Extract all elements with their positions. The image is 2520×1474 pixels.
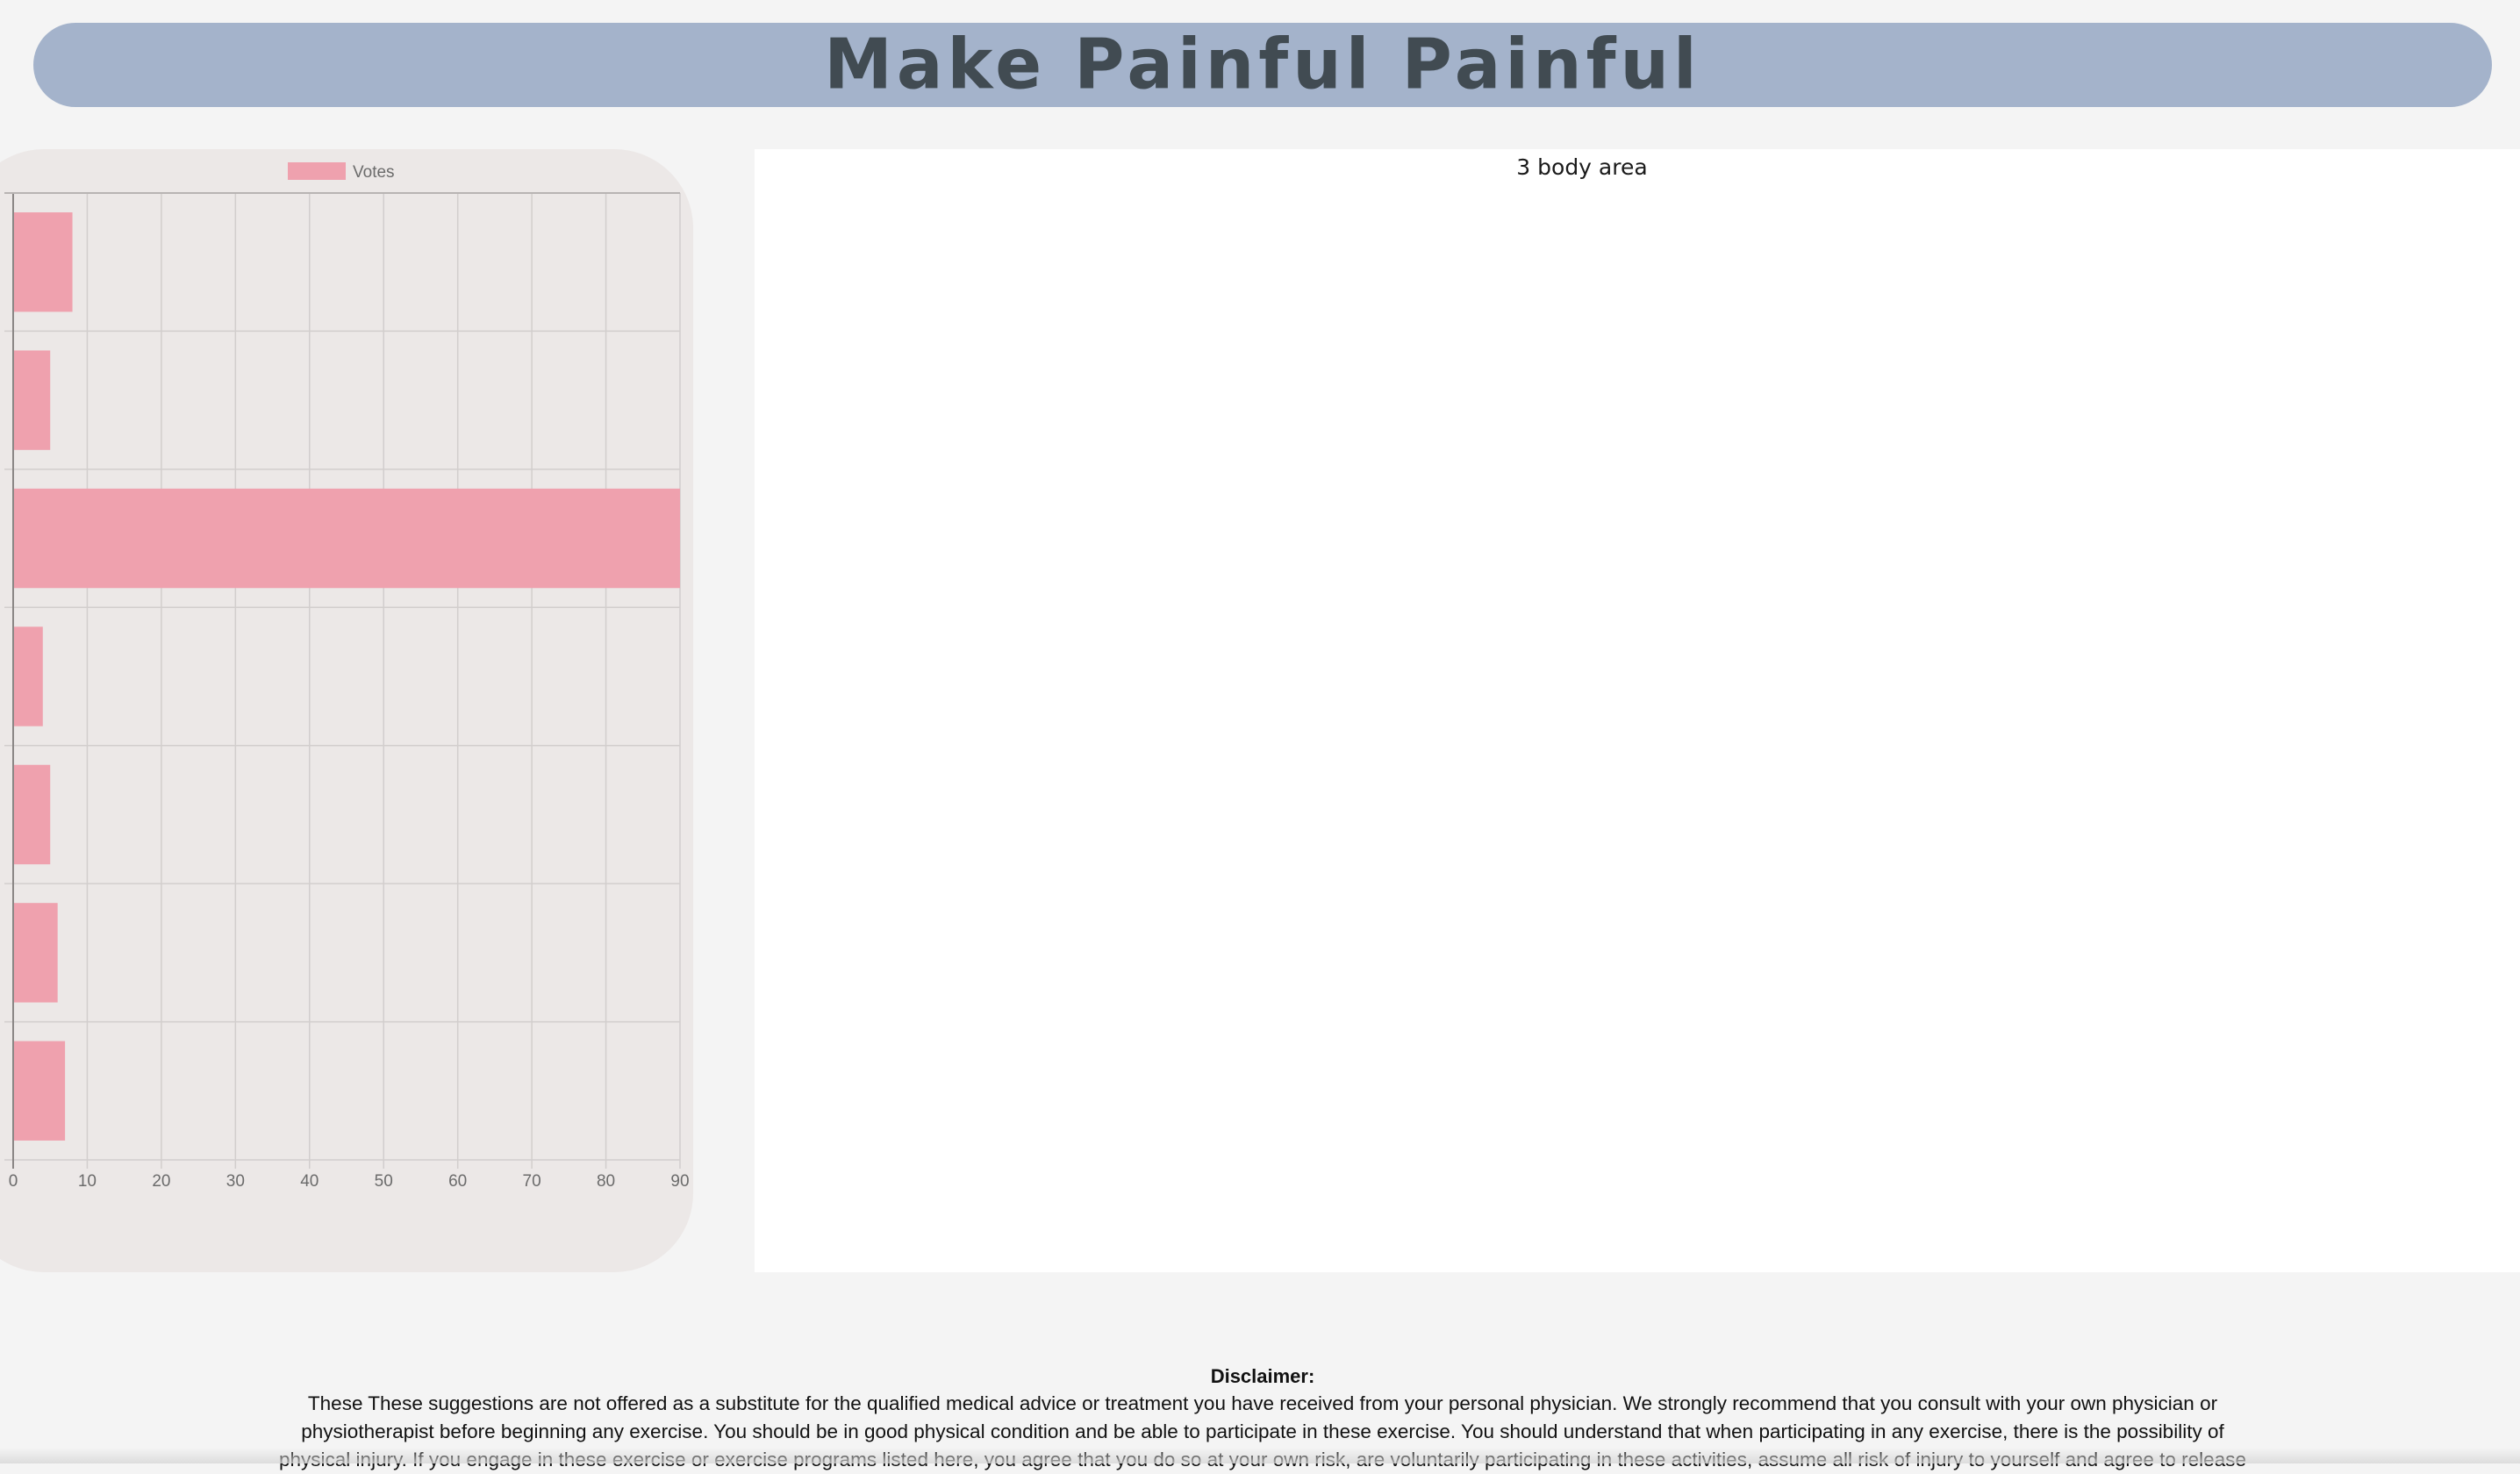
body-area-label: 3 body area: [1516, 154, 1648, 180]
chart-legend: Votes: [288, 162, 395, 182]
bar-3[interactable]: [13, 626, 43, 726]
bar-5[interactable]: [13, 903, 58, 1003]
x-tick-label-50: 50: [375, 1172, 393, 1191]
bar-0[interactable]: [13, 212, 73, 312]
body-area-panel[interactable]: 3 body area: [755, 149, 2520, 1272]
header-banner: Make Painful Painful: [33, 23, 2492, 107]
x-tick-label-20: 20: [152, 1172, 170, 1191]
legend-swatch[interactable]: [288, 162, 346, 180]
x-tick-label-70: 70: [523, 1172, 541, 1191]
votes-chart-panel: 0 10 20 30 40 50 60 70 80 90 Votes: [0, 149, 693, 1272]
bar-2[interactable]: [13, 488, 680, 589]
page-title: Make Painful Painful: [824, 25, 1701, 105]
votes-bar-chart: 0 10 20 30 40 50 60 70 80 90 Votes: [4, 162, 690, 1191]
x-tick-label-30: 30: [226, 1172, 245, 1191]
chart-gridlines: [4, 192, 681, 1169]
chart-bars: [13, 212, 680, 1141]
footer-shadow: [0, 1448, 2520, 1463]
x-tick-label-40: 40: [300, 1172, 319, 1191]
legend-label[interactable]: Votes: [353, 163, 395, 182]
x-tick-label-0: 0: [9, 1172, 18, 1191]
bar-6[interactable]: [13, 1041, 66, 1141]
x-tick-label-80: 80: [597, 1172, 615, 1191]
x-tick-label-90: 90: [670, 1172, 689, 1191]
chart-tick-labels: 0 10 20 30 40 50 60 70 80 90: [9, 1172, 690, 1191]
disclaimer-title: Disclaimer:: [1210, 1365, 1315, 1387]
x-tick-label-10: 10: [78, 1172, 97, 1191]
bar-4[interactable]: [13, 764, 51, 865]
x-tick-label-60: 60: [448, 1172, 467, 1191]
bar-1[interactable]: [13, 350, 51, 450]
